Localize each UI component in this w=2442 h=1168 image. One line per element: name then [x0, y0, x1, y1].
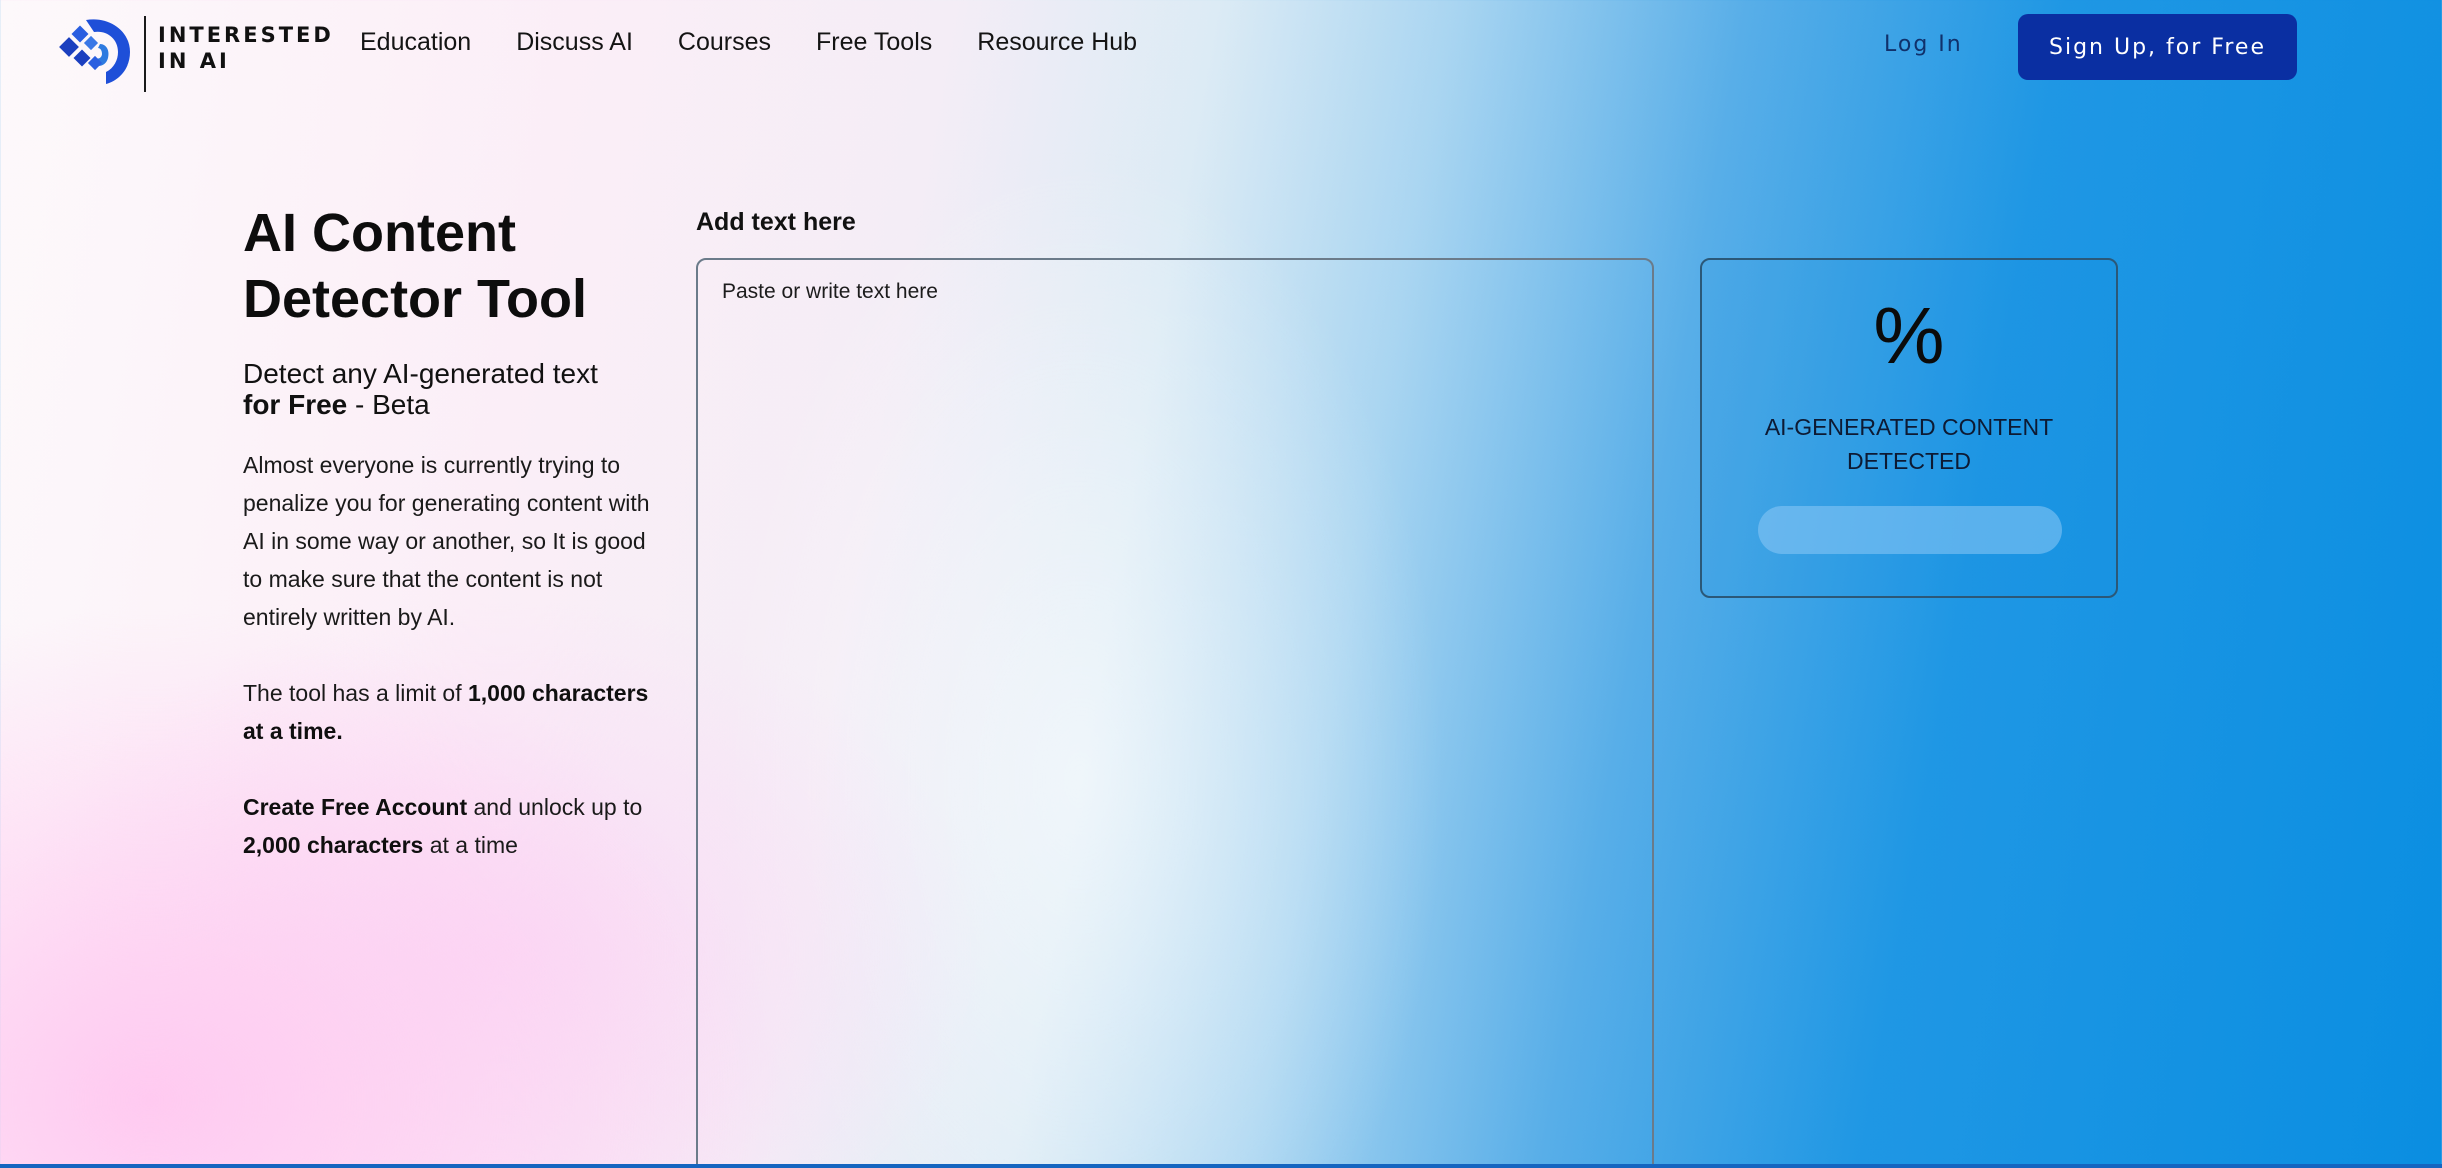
description-text: Almost everyone is currently trying to p…	[243, 452, 650, 630]
create-account-link[interactable]: Create Free Account	[243, 794, 467, 820]
page-subtitle: Detect any AI-generated text for Free - …	[243, 358, 663, 420]
nav-free-tools[interactable]: Free Tools	[816, 28, 932, 57]
result-label-line-2: DETECTED	[1847, 448, 1971, 474]
nav-education[interactable]: Education	[360, 28, 471, 57]
result-progress-bar	[1758, 506, 2062, 554]
limit-prefix: The tool has a limit of	[243, 680, 468, 706]
text-input-label: Add text here	[696, 208, 856, 236]
result-label: AI-GENERATED CONTENT DETECTED	[1722, 410, 2096, 478]
bottom-border	[0, 1164, 2442, 1168]
percent-value: %	[1873, 291, 1945, 380]
main-nav: Education Discuss AI Courses Free Tools …	[360, 28, 1137, 57]
result-card: % AI-GENERATED CONTENT DETECTED	[1700, 258, 2118, 598]
title-line-2: Detector Tool	[243, 269, 588, 329]
result-label-line-1: AI-GENERATED CONTENT	[1764, 414, 2054, 440]
account-text: Create Free Account and unlock up to 2,0…	[243, 788, 663, 864]
title-line-1: AI Content	[243, 203, 516, 263]
logo-divider	[144, 16, 146, 92]
intro-section: AI Content Detector Tool Detect any AI-g…	[243, 200, 663, 887]
account-mid: and unlock up to	[467, 794, 643, 820]
logo-wordmark: INTERESTED IN AI	[158, 22, 334, 74]
subtitle-free: for Free	[243, 389, 348, 420]
site-header: INTERESTED IN AI Education Discuss AI Co…	[0, 0, 2442, 94]
page-title: AI Content Detector Tool	[243, 200, 663, 332]
nav-courses[interactable]: Courses	[678, 28, 771, 57]
logo-line-1: INTERESTED	[158, 23, 334, 47]
site-logo[interactable]: INTERESTED IN AI	[56, 10, 331, 92]
subtitle-beta: - Beta	[347, 389, 430, 420]
logo-line-2: IN AI	[158, 49, 230, 73]
nav-resource-hub[interactable]: Resource Hub	[977, 28, 1137, 57]
account-limit: 2,000 characters	[243, 832, 424, 858]
brain-head-logo-icon	[59, 19, 130, 84]
limit-text: The tool has a limit of 1,000 characters…	[243, 674, 663, 750]
text-input[interactable]	[696, 258, 1654, 1168]
login-link[interactable]: Log In	[1884, 32, 1963, 57]
subtitle-text: Detect any AI-generated text	[243, 358, 598, 389]
account-suffix: at a time	[423, 832, 518, 858]
signup-button[interactable]: Sign Up, for Free	[2018, 14, 2297, 80]
nav-discuss-ai[interactable]: Discuss AI	[516, 28, 633, 57]
